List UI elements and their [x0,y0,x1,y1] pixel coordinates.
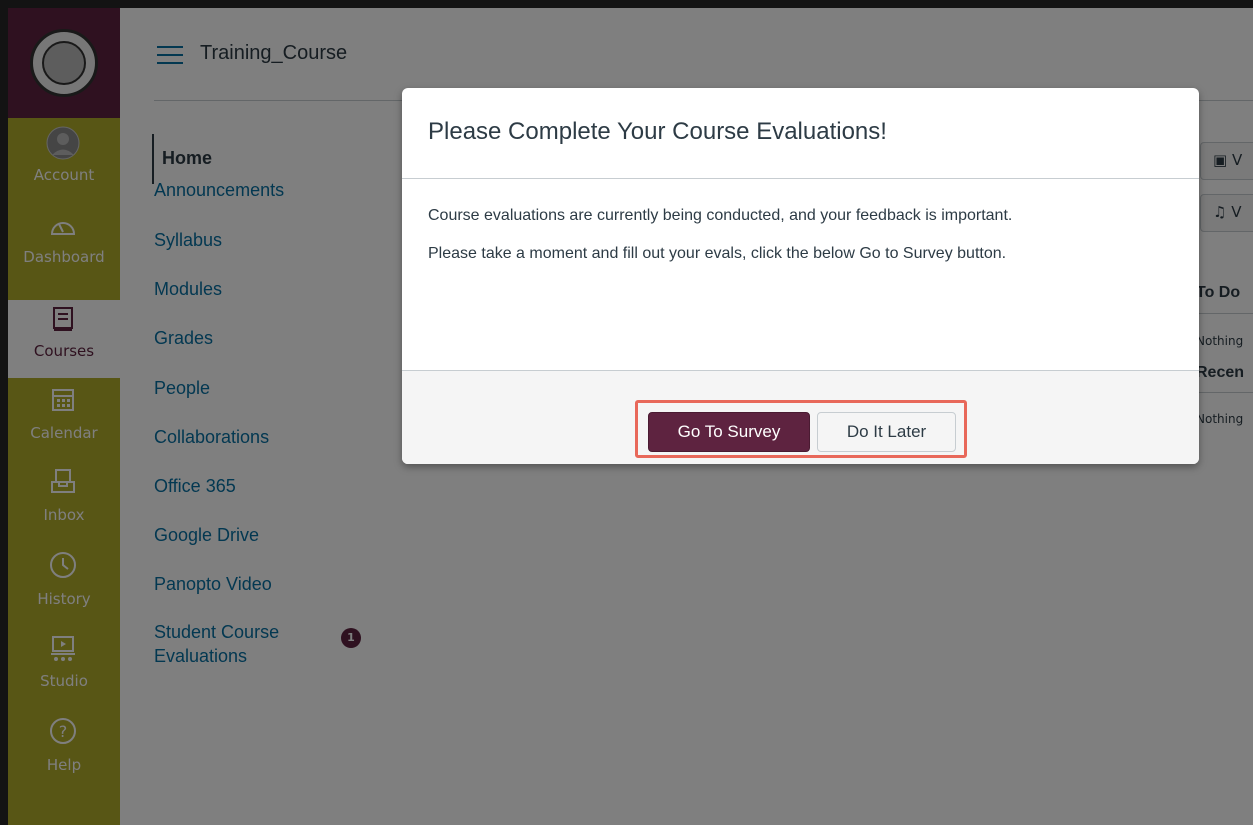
dialog-paragraph: Please take a moment and fill out your e… [428,245,1007,262]
course-evaluation-dialog: Please Complete Your Course Evaluations!… [402,88,1199,464]
dialog-footer: Go To Survey Do It Later [402,370,1199,464]
dialog-body: Course evaluations are currently being c… [428,204,1128,280]
go-to-survey-button[interactable]: Go To Survey [648,412,810,452]
do-it-later-button[interactable]: Do It Later [817,412,956,452]
dialog-divider [402,178,1199,179]
button-highlight-box: Go To Survey Do It Later [635,400,967,458]
dialog-title: Please Complete Your Course Evaluations! [428,118,887,145]
dialog-paragraph: Course evaluations are currently being c… [428,207,1013,224]
